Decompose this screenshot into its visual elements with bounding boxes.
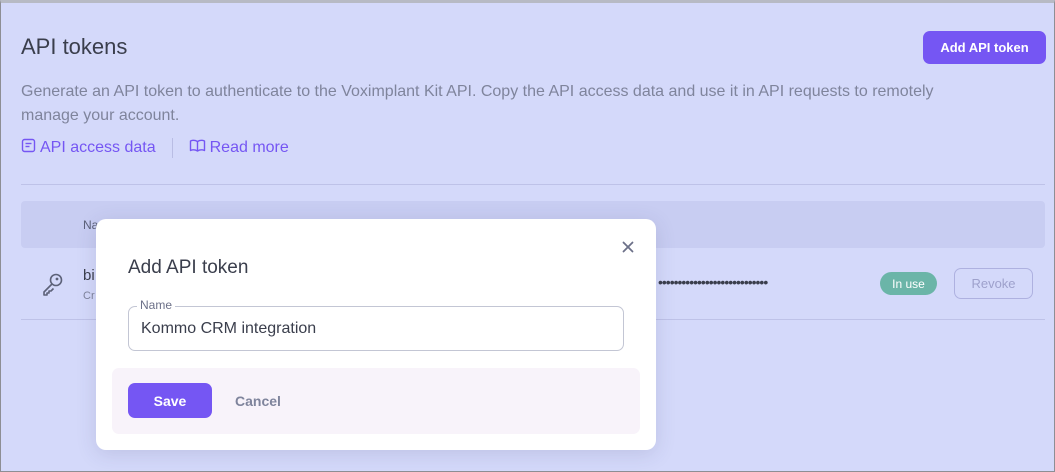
token-name-label: Name xyxy=(137,298,176,312)
book-icon xyxy=(189,138,210,158)
token-name: bi xyxy=(83,267,95,284)
page-links: API access data Read more xyxy=(21,137,289,159)
masked-token: •••••••••••••••••••••••••••• xyxy=(658,274,768,290)
token-name-field: Name xyxy=(128,298,624,351)
save-button[interactable]: Save xyxy=(128,383,212,418)
cancel-button[interactable]: Cancel xyxy=(228,383,288,418)
page-description: Generate an API token to authenticate to… xyxy=(21,83,934,124)
token-name-input[interactable] xyxy=(141,319,611,339)
status-badge: In use xyxy=(880,272,937,295)
read-more-label: Read more xyxy=(209,139,289,156)
api-access-data-link[interactable]: API access data xyxy=(21,138,156,158)
revoke-button[interactable]: Revoke xyxy=(954,268,1033,299)
add-api-token-button[interactable]: Add API token xyxy=(923,31,1046,64)
api-access-data-label: API access data xyxy=(40,139,156,156)
dialog-footer: Save Cancel xyxy=(112,368,640,434)
section-divider xyxy=(21,184,1045,185)
key-icon xyxy=(41,272,65,303)
read-more-link[interactable]: Read more xyxy=(189,138,289,158)
link-divider xyxy=(171,138,173,158)
close-icon[interactable] xyxy=(619,238,637,256)
document-icon xyxy=(21,138,40,158)
token-subtext: Cr xyxy=(83,290,95,302)
dialog-title: Add API token xyxy=(128,257,249,278)
page-title: API tokens xyxy=(21,34,128,59)
add-api-token-dialog: Add API token Name Save Cancel xyxy=(96,219,656,450)
